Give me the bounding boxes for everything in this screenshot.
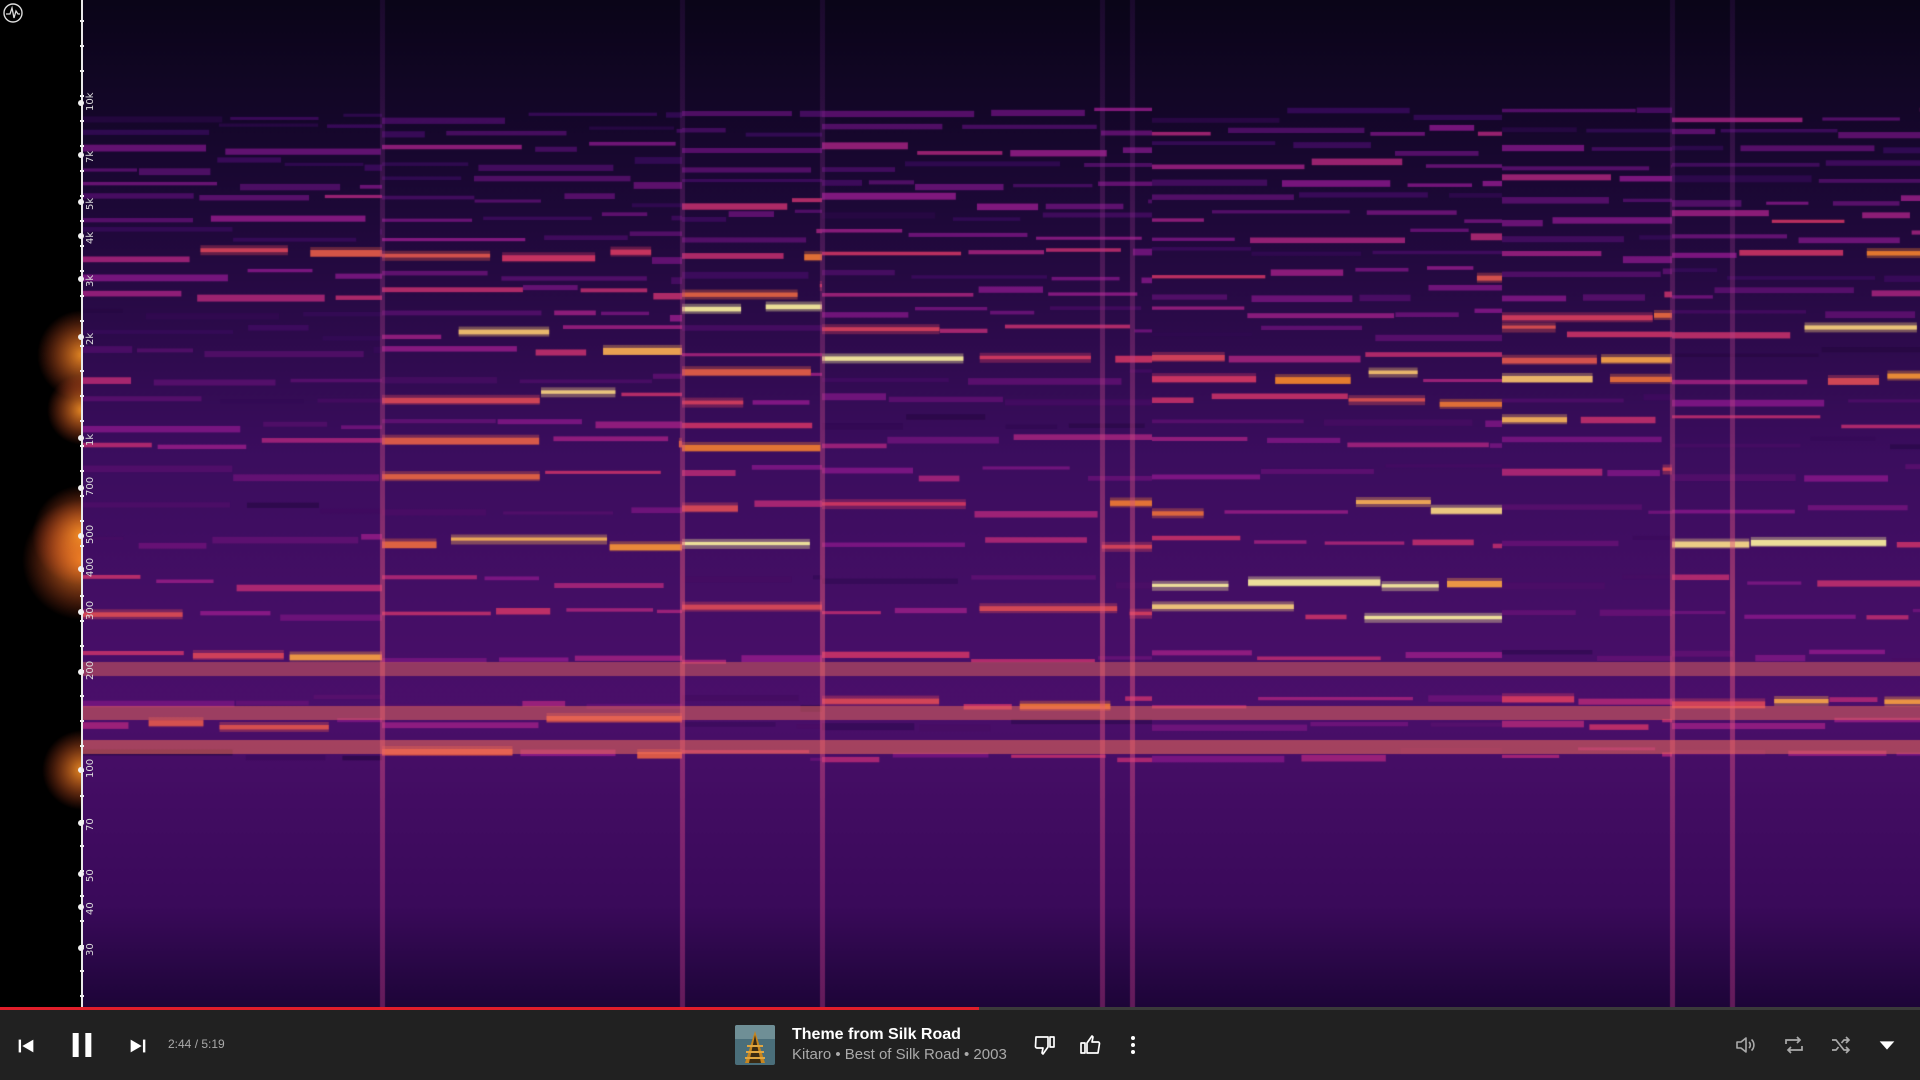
axis-tick	[78, 152, 84, 158]
axis-minor-tick	[80, 145, 84, 147]
more-options-button[interactable]	[1118, 1030, 1148, 1060]
axis-minor-tick	[80, 920, 84, 922]
shuffle-button[interactable]	[1826, 1030, 1856, 1060]
axis-minor-tick	[80, 45, 84, 47]
axis-minor-tick	[80, 420, 84, 422]
axis-minor-tick	[80, 695, 84, 697]
axis-minor-tick	[80, 745, 84, 747]
axis-minor-tick	[80, 945, 84, 947]
previous-button[interactable]	[12, 1032, 40, 1060]
expand-player-button[interactable]	[1872, 1030, 1902, 1060]
axis-tick-label: 30	[85, 943, 96, 956]
axis-minor-tick	[80, 995, 84, 997]
album-art[interactable]	[735, 1025, 775, 1065]
thumb-up-icon	[1080, 1035, 1101, 1054]
axis-minor-tick	[80, 845, 84, 847]
settings-waveform-icon[interactable]	[2, 2, 24, 24]
axis-minor-tick	[80, 545, 84, 547]
axis-minor-tick	[80, 445, 84, 447]
axis-minor-tick	[80, 970, 84, 972]
axis-tick-label: 300	[85, 600, 96, 620]
volume-button[interactable]	[1731, 1030, 1761, 1060]
time-display: 2:44 / 5:19	[168, 1037, 225, 1051]
axis-minor-tick	[80, 245, 84, 247]
axis-tick-label: 100	[85, 758, 96, 778]
track-title[interactable]: Theme from Silk Road	[792, 1026, 961, 1044]
axis-minor-tick	[80, 220, 84, 222]
dislike-button[interactable]	[1030, 1030, 1060, 1060]
pause-button[interactable]	[62, 1025, 102, 1065]
axis-tick-label: 10k	[85, 92, 96, 111]
axis-minor-tick	[80, 120, 84, 122]
axis-minor-tick	[80, 595, 84, 597]
axis-minor-tick	[80, 795, 84, 797]
axis-minor-tick	[80, 895, 84, 897]
more-vert-icon	[1131, 1036, 1135, 1054]
next-button[interactable]	[124, 1032, 152, 1060]
axis-minor-tick	[80, 370, 84, 372]
axis-minor-tick	[80, 170, 84, 172]
pause-icon	[72, 1033, 92, 1057]
axis-tick-label: 7k	[85, 150, 96, 163]
axis-tick-label: 4k	[85, 231, 96, 244]
axis-minor-tick	[80, 520, 84, 522]
axis-tick-label: 3k	[85, 274, 96, 287]
axis-tick	[78, 435, 84, 441]
axis-minor-tick	[80, 870, 84, 872]
skip-previous-icon	[18, 1039, 34, 1053]
axis-minor-tick	[80, 345, 84, 347]
axis-minor-tick	[80, 270, 84, 272]
axis-minor-tick	[80, 770, 84, 772]
axis-minor-tick	[80, 470, 84, 472]
axis-minor-tick	[80, 95, 84, 97]
axis-minor-tick	[80, 570, 84, 572]
axis-tick-label: 700	[85, 476, 96, 496]
axis-minor-tick	[80, 720, 84, 722]
axis-tick-label: 400	[85, 557, 96, 577]
axis-tick-label: 1k	[85, 433, 96, 446]
axis-tick	[78, 334, 84, 340]
axis-tick	[78, 609, 84, 615]
axis-minor-tick	[80, 670, 84, 672]
axis-minor-tick	[80, 645, 84, 647]
axis-minor-tick	[80, 495, 84, 497]
skip-next-icon	[130, 1039, 146, 1053]
axis-tick-label: 2k	[85, 332, 96, 345]
axis-tick	[78, 485, 84, 491]
axis-minor-tick	[80, 295, 84, 297]
axis-minor-tick	[80, 395, 84, 397]
repeat-button[interactable]	[1779, 1030, 1809, 1060]
expand-caret-icon	[1879, 1041, 1895, 1050]
axis-tick	[78, 904, 84, 910]
spectrogram-view: 10k 7k 5k 4k 3k 2k 1k 700 500 400 300 200 100 70 50 40 3…	[0, 0, 1920, 1007]
axis-tick-label: 50	[85, 869, 96, 882]
axis-tick	[78, 276, 84, 282]
axis-minor-tick	[80, 70, 84, 72]
axis-tick-label: 200	[85, 660, 96, 680]
axis-minor-tick	[80, 20, 84, 22]
axis-tick	[78, 199, 84, 205]
axis-tick-label: 40	[85, 902, 96, 915]
player-bar: 2:44 / 5:19 Theme from Silk Road Kitaro …	[0, 1010, 1920, 1080]
axis-tick	[78, 533, 84, 539]
axis-tick-label: 500	[85, 524, 96, 544]
axis-minor-tick	[80, 820, 84, 822]
axis-tick-label: 70	[85, 818, 96, 831]
axis-tick	[78, 233, 84, 239]
shuffle-icon	[1832, 1036, 1851, 1054]
spectrogram-canvas	[82, 0, 1920, 1007]
axis-tick	[78, 100, 84, 106]
axis-minor-tick	[80, 195, 84, 197]
thumb-down-icon	[1034, 1036, 1055, 1055]
axis-tick-label: 5k	[85, 197, 96, 210]
repeat-icon	[1785, 1036, 1803, 1054]
level-glow	[0, 0, 90, 1007]
track-subtitle[interactable]: Kitaro • Best of Silk Road • 2003	[792, 1046, 1007, 1063]
axis-minor-tick	[80, 320, 84, 322]
like-button[interactable]	[1075, 1030, 1105, 1060]
axis-minor-tick	[80, 620, 84, 622]
volume-icon	[1736, 1037, 1755, 1053]
